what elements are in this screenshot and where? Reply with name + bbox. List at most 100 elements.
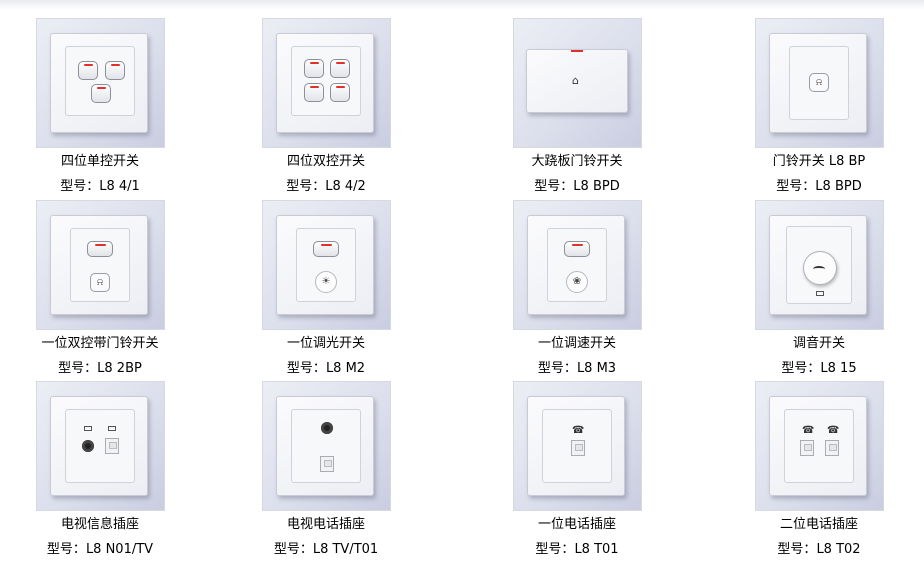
model-value: L8 T01	[574, 542, 619, 557]
model-label: 型号：	[781, 361, 821, 376]
switch-insert	[291, 46, 361, 116]
product-card[interactable]: 四位单控开关 型号：L8 4/1	[0, 18, 200, 198]
switch-key	[78, 61, 98, 80]
switch-key	[330, 59, 350, 78]
model-value: L8 TV/T01	[312, 542, 379, 557]
model-label: 型号：	[777, 542, 817, 557]
model-label: 型号：	[46, 542, 86, 557]
switch-key	[564, 241, 590, 257]
product-photo[interactable]	[36, 381, 165, 511]
model-label: 型号：	[60, 179, 100, 194]
switch-plate	[276, 33, 374, 133]
product-photo[interactable]	[755, 200, 884, 330]
product-name: 电视信息插座	[60, 517, 139, 532]
phone-icon: ☎	[572, 425, 585, 436]
product-photo[interactable]: ⌂	[513, 18, 642, 148]
product-card[interactable]: 电视电话插座 型号：L8 TV/T01	[226, 381, 426, 561]
switch-key	[304, 83, 324, 102]
product-name: 一位调光开关	[286, 336, 365, 351]
tv-label-icon	[84, 426, 92, 431]
product-card[interactable]: ⌂ 大跷板门铃开关 型号：L8 BPD	[477, 18, 677, 198]
product-card[interactable]: 调音开关 型号：L8 15	[719, 200, 919, 380]
model-label: 型号：	[534, 179, 574, 194]
model-label: 型号：	[286, 361, 326, 376]
product-card[interactable]: ⍾ 一位双控带门铃开关 型号：L8 2BP	[0, 200, 200, 380]
product-name: 四位双控开关	[286, 154, 365, 169]
data-label-icon	[108, 426, 116, 431]
product-photo[interactable]: ❀	[513, 200, 642, 330]
bell-icon: ⍾	[90, 273, 110, 292]
product-photo[interactable]: ☎	[513, 381, 642, 511]
phone-icon: ☎	[802, 425, 815, 436]
product-photo[interactable]: ⍾	[36, 200, 165, 330]
product-card[interactable]: ☎ ☎ 二位电话插座 型号：L8 T02	[719, 381, 919, 561]
bell-icon: ⌂	[572, 74, 579, 87]
product-name: 一位电话插座	[537, 517, 616, 532]
indicator-light	[571, 50, 583, 52]
socket-plate	[50, 396, 148, 496]
product-name: 大跷板门铃开关	[531, 154, 623, 169]
switch-plate: ☀	[276, 215, 374, 315]
product-name: 门铃开关 L8 BP	[772, 154, 866, 169]
switch-plate	[50, 33, 148, 133]
model-label: 型号：	[776, 179, 816, 194]
top-gradient-bar	[0, 0, 924, 10]
switch-key	[313, 241, 339, 257]
switch-plate: ⍾	[50, 215, 148, 315]
product-model: 型号：L8 15	[719, 360, 919, 378]
product-model: 型号：L8 4/1	[0, 178, 200, 196]
phone-port-icon	[800, 440, 814, 456]
product-model: 型号：L8 M3	[477, 360, 677, 378]
product-model: 型号：L8 4/2	[226, 178, 426, 196]
model-value: L8 T02	[816, 542, 861, 557]
product-name: 一位调速开关	[537, 336, 616, 351]
product-photo[interactable]	[36, 18, 165, 148]
socket-insert	[291, 409, 361, 483]
product-photo[interactable]	[262, 381, 391, 511]
product-photo[interactable]: ⍾	[755, 18, 884, 148]
model-value: L8 4/1	[99, 179, 140, 194]
product-card[interactable]: ☎ 一位电话插座 型号：L8 T01	[477, 381, 677, 561]
product-model: 型号：L8 M2	[226, 360, 426, 378]
switch-key	[87, 241, 113, 257]
switch-insert: ⍾	[70, 228, 130, 302]
product-card[interactable]: 四位双控开关 型号：L8 4/2	[226, 18, 426, 198]
product-card[interactable]: ☀ 一位调光开关 型号：L8 M2	[226, 200, 426, 380]
product-card[interactable]: ❀ 一位调速开关 型号：L8 M3	[477, 200, 677, 380]
model-label: 型号：	[537, 361, 577, 376]
tv-port-icon	[82, 440, 94, 452]
phone-port-icon	[825, 440, 839, 456]
fan-knob-icon: ❀	[566, 271, 588, 293]
product-name: 二位电话插座	[779, 517, 858, 532]
model-label: 型号：	[58, 361, 98, 376]
socket-plate: ☎ ☎	[769, 396, 867, 496]
wide-switch-plate: ⌂	[526, 49, 628, 113]
switch-plate	[769, 215, 867, 315]
product-photo[interactable]: ☎ ☎	[755, 381, 884, 511]
socket-plate	[276, 396, 374, 496]
product-model: 型号：L8 2BP	[0, 360, 200, 378]
switch-insert: ⍾	[789, 46, 849, 120]
product-photo[interactable]: ☀	[262, 200, 391, 330]
switch-key	[330, 83, 350, 102]
socket-insert: ☎ ☎	[784, 409, 854, 483]
product-photo[interactable]	[262, 18, 391, 148]
phone-port-icon	[320, 456, 334, 472]
model-label: 型号：	[535, 542, 575, 557]
model-value: L8 M3	[576, 361, 617, 376]
model-value: L8 N01/TV	[85, 542, 154, 557]
product-card[interactable]: ⍾ 门铃开关 L8 BP 型号：L8 BPD	[719, 18, 919, 198]
model-value: L8 4/2	[325, 179, 366, 194]
model-value: L8 M2	[325, 361, 366, 376]
product-name: 调音开关	[792, 336, 845, 351]
product-card[interactable]: 电视信息插座 型号：L8 N01/TV	[0, 381, 200, 561]
volume-knob-icon	[803, 251, 837, 285]
product-name: 电视电话插座	[286, 517, 365, 532]
socket-insert	[65, 409, 135, 483]
tv-port-icon	[321, 422, 333, 434]
switch-insert	[786, 226, 852, 304]
phone-icon: ☎	[827, 425, 840, 436]
product-model: 型号：L8 N01/TV	[0, 541, 200, 559]
model-value: L8 2BP	[97, 361, 142, 376]
data-port-icon	[105, 438, 119, 454]
